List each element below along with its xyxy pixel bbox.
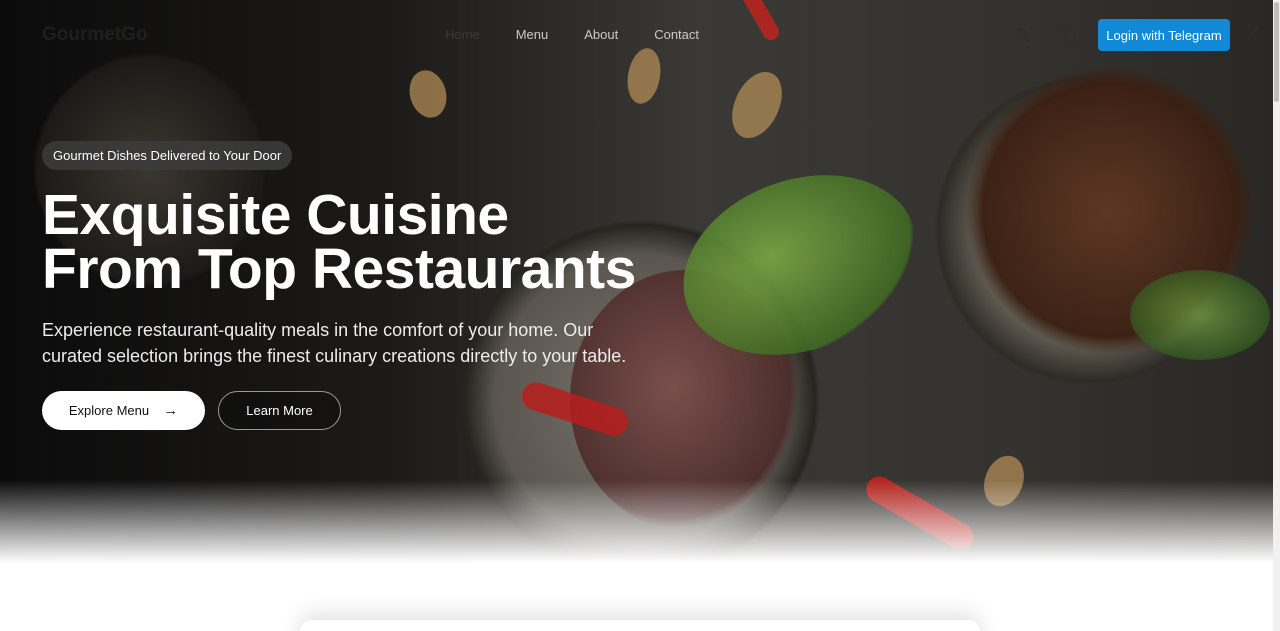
hero-badge: Gourmet Dishes Delivered to Your Door bbox=[42, 141, 293, 170]
menu-toggle-button[interactable] bbox=[1247, 24, 1267, 44]
learn-more-button[interactable]: Learn More bbox=[218, 391, 341, 430]
nav-link-menu[interactable]: Menu bbox=[516, 27, 549, 42]
explore-menu-button[interactable]: Explore Menu → bbox=[42, 391, 205, 430]
nav-links: Home Menu About Contact bbox=[445, 27, 699, 42]
explore-menu-label: Explore Menu bbox=[68, 403, 150, 418]
page-scrollbar[interactable] bbox=[1273, 0, 1280, 631]
arrow-right-icon: → bbox=[163, 402, 179, 419]
hero-subtitle: Experience restaurant-quality meals in t… bbox=[42, 320, 627, 366]
nav-link-about[interactable]: About bbox=[584, 27, 618, 42]
cashew-image bbox=[722, 63, 792, 147]
login-telegram-button[interactable]: Login with Telegram bbox=[1098, 19, 1230, 51]
hero-headline-line2: From Top Restaurants bbox=[42, 237, 636, 301]
search-icon bbox=[1016, 28, 1030, 42]
nav-link-home[interactable]: Home bbox=[445, 27, 480, 42]
nav-link-contact[interactable]: Contact bbox=[654, 27, 699, 42]
hero-bottom-fade bbox=[0, 480, 1273, 570]
lettuce-leaf-image bbox=[1130, 270, 1270, 360]
content-card bbox=[300, 620, 980, 631]
cashew-image bbox=[404, 66, 452, 122]
settings-icon bbox=[1249, 26, 1259, 36]
cart-icon bbox=[1062, 28, 1077, 43]
hero-headline: Exquisite Cuisine From Top Restaurants bbox=[42, 183, 742, 301]
top-navigation: GourmetGo Home Menu About Contact Login … bbox=[0, 0, 1273, 70]
search-button[interactable] bbox=[1012, 24, 1034, 46]
cart-button[interactable] bbox=[1058, 24, 1080, 46]
scrollbar-thumb[interactable] bbox=[1274, 2, 1279, 102]
brand-logo[interactable]: GourmetGo bbox=[42, 24, 148, 46]
hero-headline-line1: Exquisite Cuisine bbox=[42, 183, 509, 247]
